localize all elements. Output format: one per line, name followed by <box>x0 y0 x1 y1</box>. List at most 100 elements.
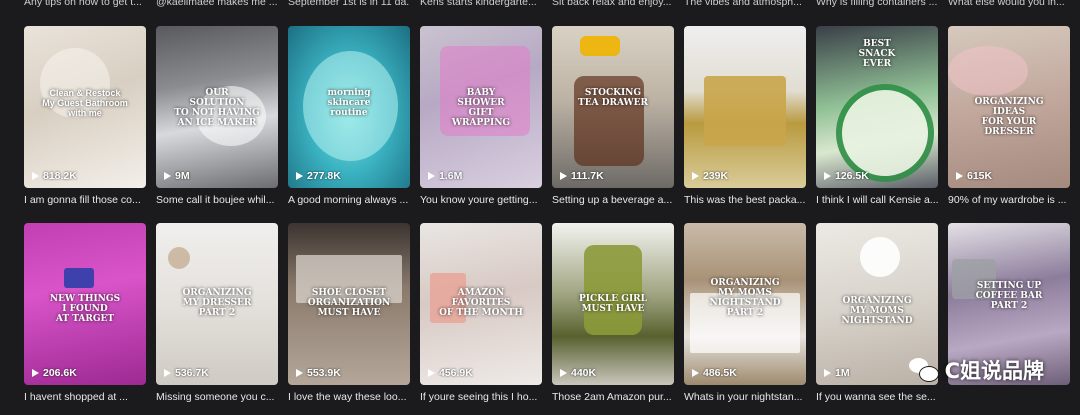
video-thumbnail[interactable]: PICKLE GIRL MUST HAVE 440K <box>552 223 674 385</box>
view-count: 206.6K <box>32 367 77 379</box>
video-caption[interactable]: Setting up a beverage a... <box>552 194 674 207</box>
view-count-value: 615K <box>967 170 993 182</box>
view-count: 9M <box>164 170 190 182</box>
video-caption[interactable]: If youre seeing this I ho... <box>420 391 542 404</box>
video-row-1: Clean & Restock My Guest Bathroom with m… <box>24 26 1080 222</box>
video-card[interactable]: NEW THINGS I FOUND AT TARGET 206.6K I ha… <box>24 223 146 406</box>
video-thumbnail[interactable]: 239K <box>684 26 806 188</box>
view-count-value: 277.8K <box>307 170 341 182</box>
video-caption[interactable]: Whats in your nightstan... <box>684 391 806 404</box>
video-thumbnail[interactable]: ORGANIZING IDEAS FOR YOUR DRESSER 615K <box>948 26 1070 188</box>
video-card[interactable]: PICKLE GIRL MUST HAVE 440K Those 2am Ama… <box>552 223 674 406</box>
thumbnail-overlay-text: AMAZON FAVORITES OF THE MONTH <box>439 287 523 318</box>
play-icon <box>164 172 171 180</box>
video-caption[interactable]: You know youre getting... <box>420 194 542 207</box>
play-icon <box>428 369 435 377</box>
video-card[interactable]: morning skincare routine 277.8K A good m… <box>288 26 410 222</box>
view-count-value: 456.9K <box>439 367 473 379</box>
video-caption[interactable]: This was the best packa... <box>684 194 806 207</box>
video-caption[interactable]: 90% of my wardrobe is ... <box>948 194 1070 207</box>
play-icon <box>32 369 39 377</box>
video-thumbnail[interactable]: AMAZON FAVORITES OF THE MONTH 456.9K <box>420 223 542 385</box>
play-icon <box>560 369 567 377</box>
thumbnail-overlay-text: BABY SHOWER GIFT WRAPPING <box>451 87 511 128</box>
video-card[interactable]: SHOE CLOSET ORGANIZATION MUST HAVE 553.9… <box>288 223 410 406</box>
video-card[interactable]: BABY SHOWER GIFT WRAPPING 1.6M You know … <box>420 26 542 222</box>
play-icon <box>32 172 39 180</box>
view-count: 818.2K <box>32 170 77 182</box>
video-card[interactable]: Clean & Restock My Guest Bathroom with m… <box>24 26 146 222</box>
view-count: 553.9K <box>296 367 341 379</box>
view-count-value: 440K <box>571 367 597 379</box>
video-thumbnail[interactable]: ORGANIZING MY MOMS NIGHTSTAND PART 2 486… <box>684 223 806 385</box>
view-count: 126.5K <box>824 170 869 182</box>
video-grid-page: Any tips on how to get t... @kaelimaee m… <box>0 0 1080 415</box>
play-icon <box>824 172 831 180</box>
thumbnail-overlay-text: BEST SNACK EVER <box>858 38 896 69</box>
video-caption[interactable]: Some call it boujee whil... <box>156 194 278 207</box>
video-card[interactable]: BEST SNACK EVER 126.5K I think I will ca… <box>816 26 938 222</box>
view-count: 615K <box>956 170 992 182</box>
thumbnail-overlay-text: OUR SOLUTION TO NOT HAVING AN ICE MAKER <box>174 87 260 128</box>
thumbnail-overlay-text: morning skincare routine <box>327 87 371 118</box>
video-thumbnail[interactable]: BEST SNACK EVER 126.5K <box>816 26 938 188</box>
video-caption[interactable]: I love the way these loo... <box>288 391 410 404</box>
video-thumbnail[interactable]: OUR SOLUTION TO NOT HAVING AN ICE MAKER … <box>156 26 278 188</box>
video-card[interactable]: ORGANIZING IDEAS FOR YOUR DRESSER 615K 9… <box>948 26 1070 222</box>
video-card[interactable]: AMAZON FAVORITES OF THE MONTH 456.9K If … <box>420 223 542 406</box>
video-thumbnail[interactable]: STOCKING TEA DRAWER 111.7K <box>552 26 674 188</box>
video-card[interactable]: ORGANIZING MY MOMS NIGHTSTAND PART 2 486… <box>684 223 806 406</box>
view-count: 536.7K <box>164 367 209 379</box>
video-caption[interactable]: If you wanna see the se... <box>816 391 938 404</box>
video-thumbnail[interactable]: ORGANIZING MY DRESSER PART 2 536.7K <box>156 223 278 385</box>
play-icon <box>956 172 963 180</box>
video-caption[interactable]: Sit back relax and enjoy... <box>552 0 674 8</box>
view-count: 440K <box>560 367 596 379</box>
thumbnail-overlay-text: Clean & Restock My Guest Bathroom with m… <box>42 87 128 118</box>
view-count: 1M <box>824 367 850 379</box>
thumbnail-overlay-text: SETTING UP COFFEE BAR PART 2 <box>975 281 1043 312</box>
video-caption[interactable]: Why is filling containers ... <box>816 0 938 8</box>
video-caption[interactable]: Missing someone you c... <box>156 391 278 404</box>
watermark: C姐说品牌 <box>908 355 1044 385</box>
view-count: 456.9K <box>428 367 473 379</box>
video-thumbnail[interactable]: Clean & Restock My Guest Bathroom with m… <box>24 26 146 188</box>
video-caption[interactable]: A good morning always ... <box>288 194 410 207</box>
video-card[interactable]: ORGANIZING MY DRESSER PART 2 536.7K Miss… <box>156 223 278 406</box>
video-caption[interactable]: I havent shopped at ... <box>24 391 146 404</box>
play-icon <box>692 172 699 180</box>
video-caption[interactable] <box>948 391 1070 404</box>
video-thumbnail[interactable]: NEW THINGS I FOUND AT TARGET 206.6K <box>24 223 146 385</box>
view-count-value: 239K <box>703 170 729 182</box>
play-icon <box>428 172 435 180</box>
video-caption[interactable]: September 1st is in 11 da... <box>288 0 410 8</box>
thumbnail-overlay-text: PICKLE GIRL MUST HAVE <box>579 294 647 315</box>
view-count: 277.8K <box>296 170 341 182</box>
wechat-icon <box>908 358 939 382</box>
play-icon <box>296 172 303 180</box>
video-thumbnail[interactable]: SHOE CLOSET ORGANIZATION MUST HAVE 553.9… <box>288 223 410 385</box>
video-thumbnail[interactable]: morning skincare routine 277.8K <box>288 26 410 188</box>
video-caption[interactable]: The vibes and atmosph... <box>684 0 806 8</box>
video-caption[interactable]: Those 2am Amazon pur... <box>552 391 674 404</box>
view-count-value: 9M <box>175 170 190 182</box>
play-icon <box>824 369 831 377</box>
play-icon <box>296 369 303 377</box>
view-count: 239K <box>692 170 728 182</box>
view-count-value: 553.9K <box>307 367 341 379</box>
video-caption[interactable]: What else would you in... <box>948 0 1070 8</box>
view-count-value: 536.7K <box>175 367 209 379</box>
video-card[interactable]: 239K This was the best packa... <box>684 26 806 222</box>
video-card[interactable]: STOCKING TEA DRAWER 111.7K Setting up a … <box>552 26 674 222</box>
video-caption[interactable]: Any tips on how to get t... <box>24 0 146 8</box>
view-count: 111.7K <box>560 170 604 182</box>
watermark-text: C姐说品牌 <box>944 359 1044 383</box>
video-caption[interactable]: I am gonna fill those co... <box>24 194 146 207</box>
video-thumbnail[interactable]: BABY SHOWER GIFT WRAPPING 1.6M <box>420 26 542 188</box>
view-count: 1.6M <box>428 170 462 182</box>
video-caption[interactable]: I think I will call Kensie a... <box>816 194 938 207</box>
video-caption[interactable]: Kens starts kindergarte... <box>420 0 542 8</box>
video-card[interactable]: OUR SOLUTION TO NOT HAVING AN ICE MAKER … <box>156 26 278 222</box>
play-icon <box>560 172 567 180</box>
video-caption[interactable]: @kaelimaee makes me ... <box>156 0 278 8</box>
